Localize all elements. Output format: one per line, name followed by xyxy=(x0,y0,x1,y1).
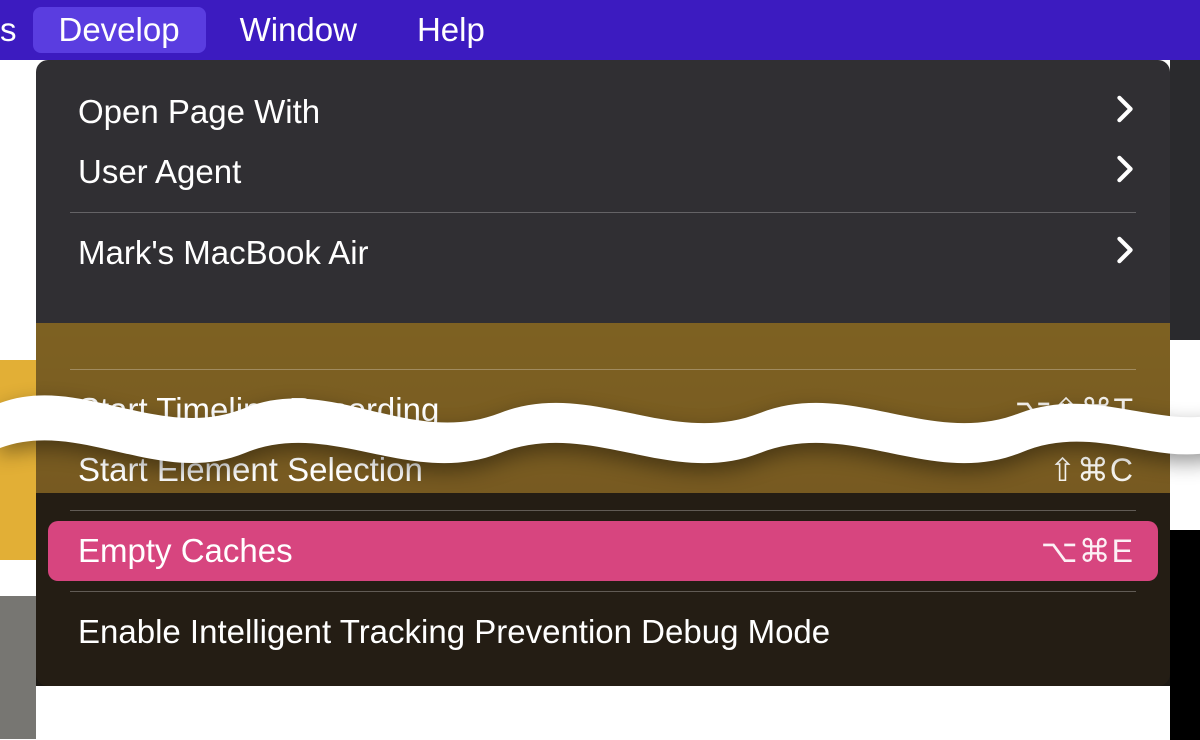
menu-item-shortcut: ⌥⌘E xyxy=(1041,532,1134,570)
menu-item-label: Start Timeline Recording xyxy=(78,391,439,429)
menu-open-page-with[interactable]: Open Page With xyxy=(36,82,1170,142)
menu-user-agent[interactable]: User Agent xyxy=(36,142,1170,202)
dropdown-top-panel: Open Page With User Agent Mark's MacBook… xyxy=(36,60,1170,323)
background-left-yellow xyxy=(0,360,36,560)
chevron-right-icon xyxy=(1116,93,1134,131)
menubar: s Develop Window Help xyxy=(0,0,1200,60)
dropdown-bottom-panel-wrap: Start Timeline Recording ⌥⇧⌘T Start Elem… xyxy=(36,323,1170,686)
menu-divider xyxy=(70,212,1136,213)
dropdown-bottom-panel: Start Timeline Recording ⌥⇧⌘T Start Elem… xyxy=(36,323,1170,686)
background-left-gray xyxy=(0,596,36,739)
background-right-black xyxy=(1170,530,1200,740)
menu-item-label: Open Page With xyxy=(78,93,320,131)
menubar-partial-prev: s xyxy=(0,11,29,49)
menu-divider xyxy=(70,369,1136,370)
menu-item-label: Empty Caches xyxy=(78,532,293,570)
menu-item-label: User Agent xyxy=(78,153,241,191)
menu-device-macbook[interactable]: Mark's MacBook Air xyxy=(36,223,1170,283)
menu-help[interactable]: Help xyxy=(391,7,511,53)
menu-window[interactable]: Window xyxy=(214,7,383,53)
menu-item-label: Enable Intelligent Tracking Prevention D… xyxy=(78,613,830,651)
menu-item-shortcut: ⇧⌘C xyxy=(1049,451,1134,489)
develop-dropdown: Open Page With User Agent Mark's MacBook… xyxy=(36,60,1170,686)
menu-enable-itp-debug[interactable]: Enable Intelligent Tracking Prevention D… xyxy=(36,602,1170,662)
menu-develop[interactable]: Develop xyxy=(33,7,206,53)
menu-item-label: Mark's MacBook Air xyxy=(78,234,369,272)
chevron-right-icon xyxy=(1116,234,1134,272)
menu-start-element-selection[interactable]: Start Element Selection ⇧⌘C xyxy=(36,440,1170,500)
chevron-right-icon xyxy=(1116,153,1134,191)
background-right-strip xyxy=(1170,60,1200,340)
menu-item-label: Start Element Selection xyxy=(78,451,423,489)
menu-divider xyxy=(70,591,1136,592)
menu-start-timeline-recording[interactable]: Start Timeline Recording ⌥⇧⌘T xyxy=(36,380,1170,440)
menu-divider xyxy=(70,510,1136,511)
menu-item-shortcut: ⌥⇧⌘T xyxy=(1015,391,1134,429)
menu-empty-caches[interactable]: Empty Caches ⌥⌘E xyxy=(48,521,1158,581)
